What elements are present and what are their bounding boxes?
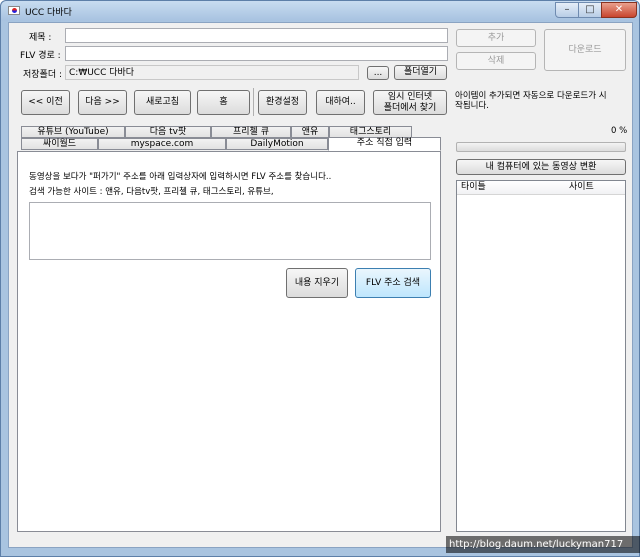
title-input[interactable]	[65, 28, 448, 43]
main-client-area: 제목 : FLV 경로 : 저장폴더 : C:₩UCC 다바다 ... 폴더열기…	[8, 22, 633, 548]
clear-content-button[interactable]: 내용 지우기	[286, 268, 348, 298]
home-button[interactable]: 홈	[197, 90, 250, 115]
convert-local-video-button[interactable]: 내 컴퓨터에 있는 동영상 변환	[456, 159, 626, 175]
temp-folder-line2: 폴더에서 찾기	[383, 102, 437, 113]
tab-myspace[interactable]: myspace.com	[98, 138, 226, 150]
toolbar-separator	[253, 88, 254, 116]
tab-dailymotion[interactable]: DailyMotion	[226, 138, 328, 150]
add-button[interactable]: 추가	[456, 29, 536, 47]
download-list[interactable]: 타이틀 사이트	[456, 180, 626, 532]
panel-description-2: 검색 가능한 사이트 : 앤유, 다음tv팟, 프리첼 큐, 태그스토리, 유튜…	[29, 187, 274, 197]
tab-cyworld[interactable]: 싸이월드	[21, 138, 98, 150]
tab-direct-address[interactable]: 주소 직접 입력	[328, 137, 441, 151]
flv-path-label: FLV 경로 :	[20, 51, 61, 61]
temp-folder-line1: 임시 인터넷	[387, 91, 433, 102]
blog-watermark: http://blog.daum.net/luckyman717	[446, 536, 640, 553]
settings-button[interactable]: 환경설정	[258, 90, 307, 115]
open-folder-button[interactable]: 폴더열기	[394, 65, 447, 80]
delete-button[interactable]: 삭제	[456, 52, 536, 70]
app-window: UCC 다바다 – □ ✕ 제목 : FLV 경로 : 저장폴더 : C:₩UC…	[0, 0, 640, 557]
tab-youtube[interactable]: 유튜브 (YouTube)	[21, 126, 125, 138]
auto-download-notice-2: 작됩니다.	[455, 101, 489, 111]
window-title: UCC 다바다	[25, 8, 72, 18]
panel-description-1: 동영상을 보다가 "퍼가기" 주소를 아래 입력상자에 입력하시면 FLV 주소…	[29, 172, 332, 182]
embed-address-textarea[interactable]	[29, 202, 431, 260]
flv-search-button[interactable]: FLV 주소 검색	[355, 268, 431, 298]
list-header: 타이틀 사이트	[457, 181, 625, 195]
temp-internet-folder-button[interactable]: 임시 인터넷 폴더에서 찾기	[373, 90, 447, 115]
column-site-header[interactable]: 사이트	[569, 181, 594, 194]
app-flag-icon	[8, 6, 20, 15]
forward-button[interactable]: 다음 >>	[78, 90, 127, 115]
about-button[interactable]: 대하여..	[316, 90, 365, 115]
minimize-button[interactable]: –	[555, 2, 579, 18]
tab-freechal-q[interactable]: 프리첼 큐	[211, 126, 291, 138]
refresh-button[interactable]: 새로고침	[134, 90, 191, 115]
save-folder-field: C:₩UCC 다바다	[65, 65, 359, 80]
tab-daum-tvpot[interactable]: 다음 tv팟	[125, 126, 211, 138]
maximize-button[interactable]: □	[578, 2, 602, 18]
flv-path-input[interactable]	[65, 46, 448, 61]
progress-percent: 0 %	[611, 126, 628, 136]
column-title-header[interactable]: 타이틀	[461, 181, 486, 194]
title-label: 제목 :	[29, 33, 52, 43]
back-button[interactable]: << 이전	[21, 90, 70, 115]
save-folder-label: 저장폴더 :	[23, 70, 63, 80]
close-button[interactable]: ✕	[601, 2, 637, 18]
title-bar[interactable]: UCC 다바다 – □ ✕	[1, 1, 639, 21]
browse-button[interactable]: ...	[367, 66, 389, 80]
tab-nyu[interactable]: 앤유	[291, 126, 329, 138]
download-button[interactable]: 다운로드	[544, 29, 626, 71]
download-progress-bar	[456, 142, 626, 152]
